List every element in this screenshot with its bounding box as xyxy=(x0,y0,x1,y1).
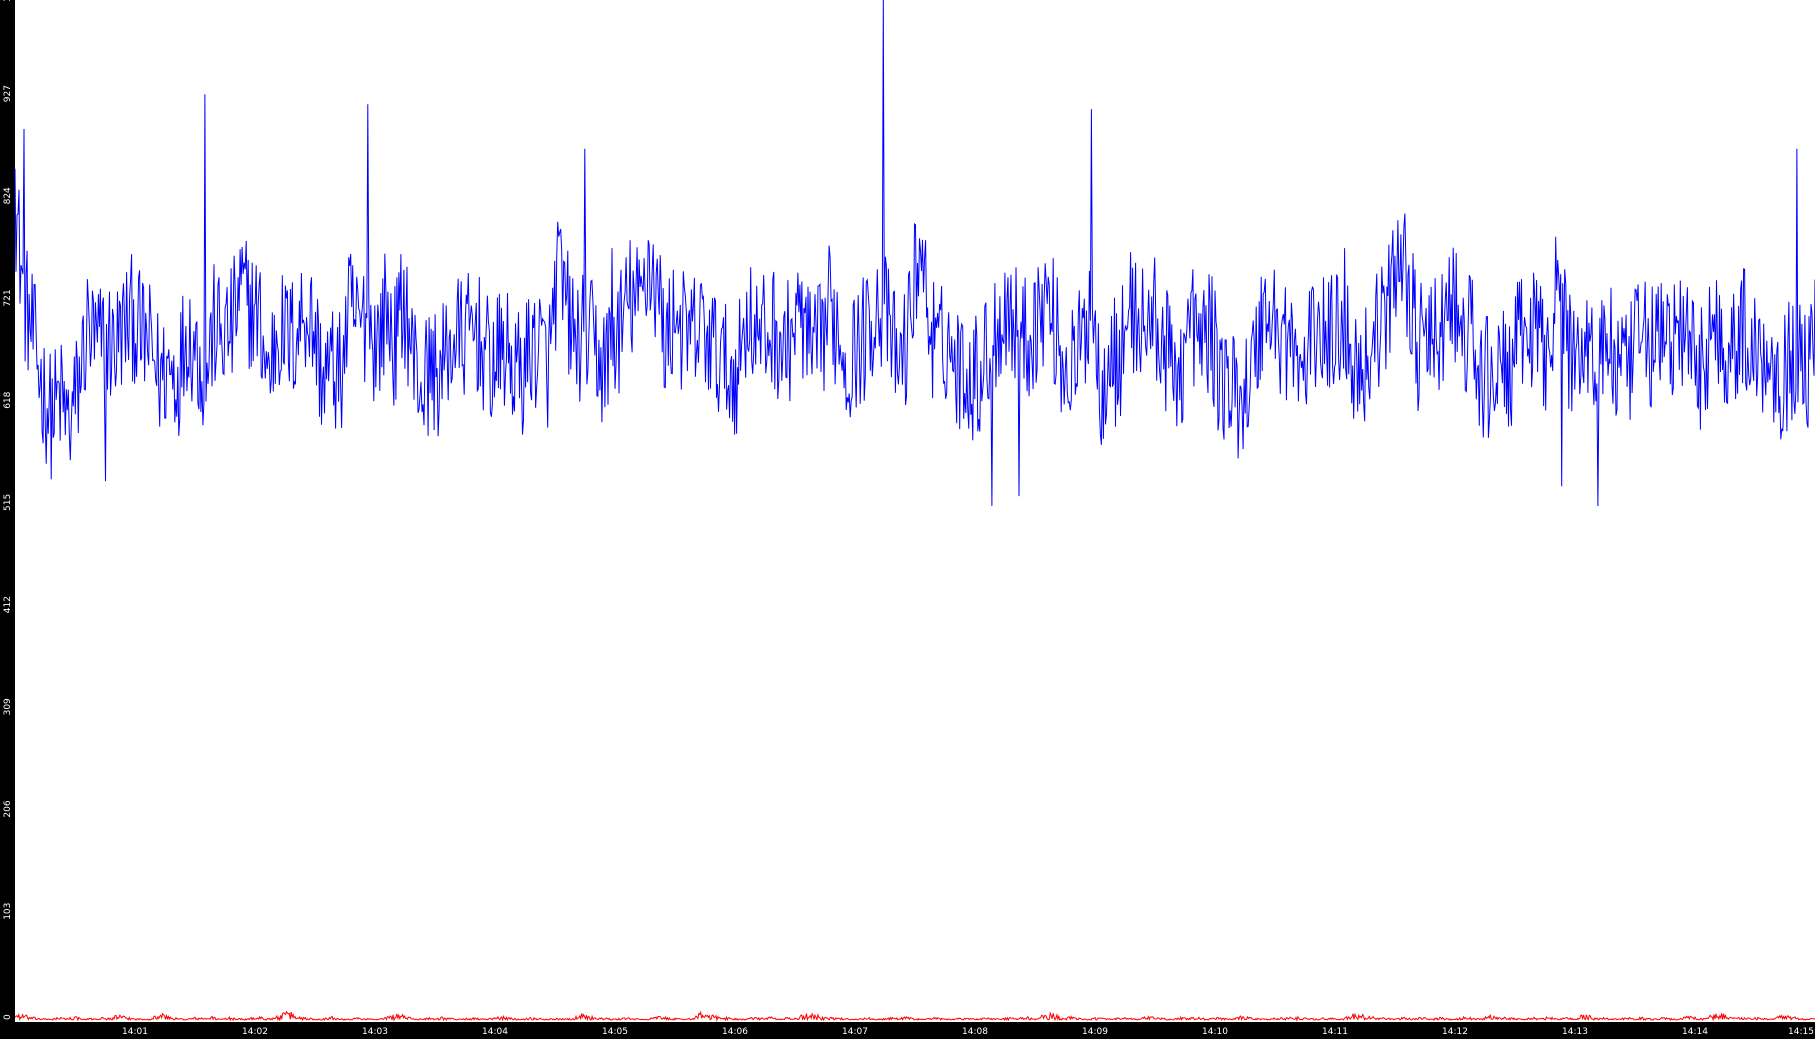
y-tick-label: 103 xyxy=(3,903,13,920)
y-tick-label: 0 xyxy=(3,1014,13,1020)
x-tick-label: 14:06 xyxy=(722,1027,748,1037)
series-line-1 xyxy=(14,0,1815,507)
x-tick-label: 14:02 xyxy=(242,1027,268,1037)
x-tick-label: 14:13 xyxy=(1562,1027,1588,1037)
x-tick-label: 14:09 xyxy=(1082,1027,1108,1037)
y-tick-label: 1030 xyxy=(3,0,13,2)
x-tick-label: 14:14 xyxy=(1682,1027,1708,1037)
x-tick-label: 14:10 xyxy=(1202,1027,1228,1037)
time-series-chart: 0 103 206 309 412 515 618 721 824 927 1030 14:01 14… xyxy=(0,0,1815,1039)
y-tick-label: 721 xyxy=(3,289,13,306)
y-tick-label: 309 xyxy=(3,698,13,715)
x-tick-label: 14:11 xyxy=(1322,1027,1348,1037)
y-tick-label: 824 xyxy=(3,187,13,204)
y-tick-label: 206 xyxy=(3,800,13,817)
y-tick-label: 515 xyxy=(3,494,13,511)
series-line-2 xyxy=(14,1010,1815,1022)
x-tick-label: 14:07 xyxy=(842,1027,868,1037)
x-tick-label: 14:15 xyxy=(1788,1027,1814,1037)
y-tick-label: 927 xyxy=(3,85,13,102)
series-layer xyxy=(14,0,1815,1022)
x-tick-label: 14:04 xyxy=(482,1027,508,1037)
x-tick-label: 14:12 xyxy=(1442,1027,1468,1037)
x-tick-label: 14:08 xyxy=(962,1027,988,1037)
x-tick-label: 14:01 xyxy=(122,1027,148,1037)
y-tick-label: 412 xyxy=(3,596,13,613)
x-tick-label: 14:03 xyxy=(362,1027,388,1037)
y-tick-label: 618 xyxy=(3,391,13,408)
chart-canvas: 0 103 206 309 412 515 618 721 824 927 1030 14:01 14… xyxy=(0,0,1815,1039)
x-tick-label: 14:05 xyxy=(602,1027,628,1037)
x-axis-band xyxy=(0,1022,1815,1039)
